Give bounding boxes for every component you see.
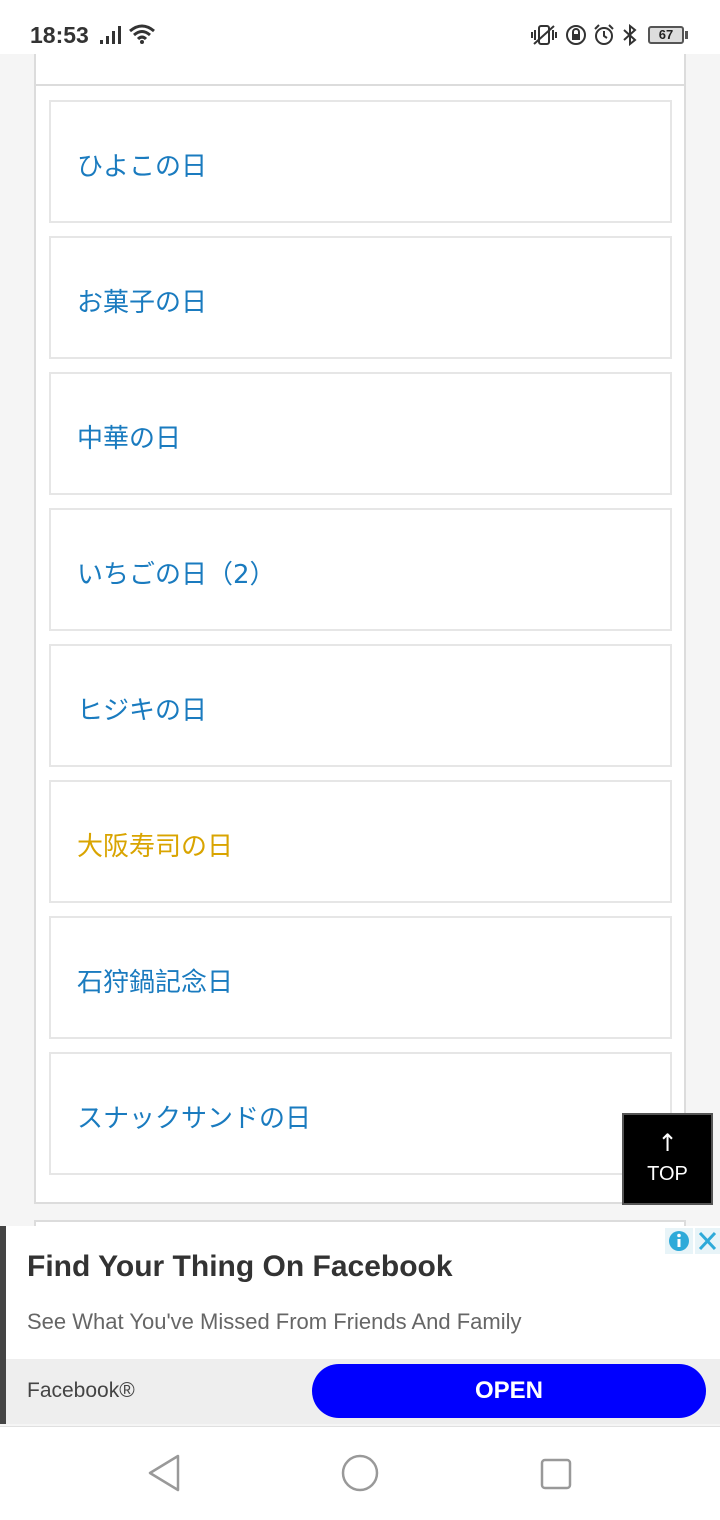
lock-rotation-icon xyxy=(566,25,586,45)
list-item[interactable]: 中華の日 xyxy=(49,372,672,495)
alarm-icon xyxy=(594,24,614,45)
top-button-label: TOP xyxy=(647,1163,688,1185)
ad-close-icon[interactable] xyxy=(695,1228,720,1254)
list-item-label[interactable]: 中華の日 xyxy=(77,418,181,455)
ad-advertiser: Facebook® xyxy=(27,1379,135,1402)
wifi-icon xyxy=(129,24,155,44)
bluetooth-icon xyxy=(623,24,637,46)
list-item[interactable]: いちごの日（2） xyxy=(49,508,672,631)
divider xyxy=(36,84,684,86)
navigation-bar xyxy=(0,1426,720,1520)
ad-info-icon[interactable] xyxy=(665,1228,693,1254)
related-list: ひよこの日 お菓子の日 中華の日 いちごの日（2） ヒジキの日 大阪寿司の日 石… xyxy=(34,46,686,1204)
status-bar: 18:53 67 xyxy=(0,0,720,54)
recents-icon[interactable] xyxy=(539,1457,573,1491)
list-item-label[interactable]: 石狩鍋記念日 xyxy=(77,962,233,999)
list-item[interactable]: 大阪寿司の日 xyxy=(49,780,672,903)
list-item[interactable]: お菓子の日 xyxy=(49,236,672,359)
vibrate-icon xyxy=(531,25,557,45)
list-item-label[interactable]: いちごの日（2） xyxy=(77,554,276,591)
battery-tip xyxy=(685,31,688,39)
status-time: 18:53 xyxy=(30,22,89,48)
list-item[interactable]: ヒジキの日 xyxy=(49,644,672,767)
home-icon[interactable] xyxy=(340,1453,380,1493)
list-item-label[interactable]: ひよこの日 xyxy=(77,146,207,183)
list-item-label-visited[interactable]: 大阪寿司の日 xyxy=(77,826,233,863)
list-item-label[interactable]: お菓子の日 xyxy=(77,282,207,319)
back-icon[interactable] xyxy=(146,1453,182,1493)
ad-title[interactable]: Find Your Thing On Facebook xyxy=(27,1250,453,1284)
list-item-label[interactable]: ヒジキの日 xyxy=(77,690,207,727)
ad-footer: Facebook® OPEN xyxy=(6,1359,720,1424)
ad-subtitle: See What You've Missed From Friends And … xyxy=(27,1309,522,1334)
list-item[interactable]: スナックサンドの日 xyxy=(49,1052,672,1175)
back-to-top-button[interactable]: ↑ TOP xyxy=(622,1113,713,1205)
up-arrow-icon: ↑ xyxy=(657,1129,678,1157)
list-item[interactable]: 石狩鍋記念日 xyxy=(49,916,672,1039)
signal-icon xyxy=(100,26,121,44)
list-item-label[interactable]: スナックサンドの日 xyxy=(77,1098,311,1135)
list-item[interactable]: ひよこの日 xyxy=(49,100,672,223)
ad-open-button[interactable]: OPEN xyxy=(312,1364,706,1418)
screen: 18:53 67 ひよこの日 お菓子の日 中華の日 いちごの日（2） ヒジキの日… xyxy=(0,0,720,1520)
battery-icon: 67 xyxy=(648,26,684,44)
ad-banner[interactable]: Find Your Thing On Facebook See What You… xyxy=(0,1226,720,1424)
